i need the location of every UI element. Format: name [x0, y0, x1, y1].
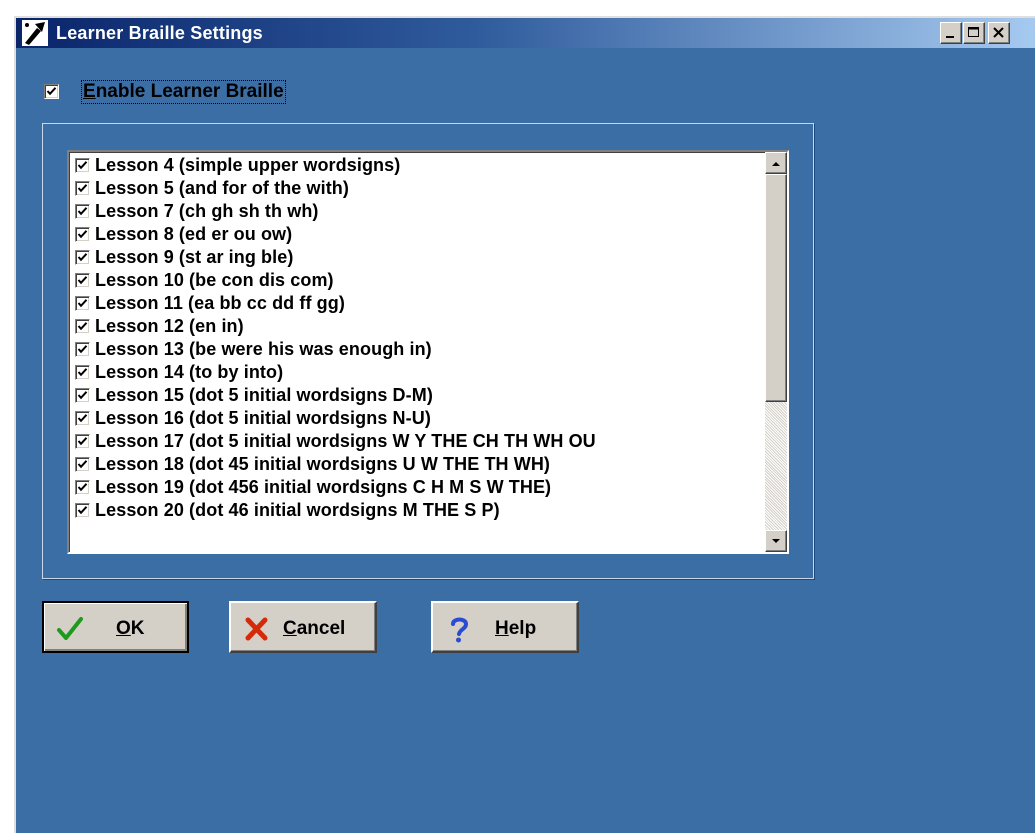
cancel-button[interactable]: Cancel — [229, 601, 377, 653]
cancel-button-label: Cancel — [283, 618, 346, 639]
lesson-checkbox[interactable] — [75, 319, 90, 334]
lesson-list-item[interactable]: Lesson 8 (ed er ou ow) — [73, 223, 753, 246]
down-arrow-icon — [772, 539, 780, 543]
lesson-list-item[interactable]: Lesson 18 (dot 45 initial wordsigns U W … — [73, 453, 753, 476]
lesson-list-item[interactable]: Lesson 15 (dot 5 initial wordsigns D-M) — [73, 384, 753, 407]
lesson-checkbox[interactable] — [75, 204, 90, 219]
lesson-label: Lesson 8 (ed er ou ow) — [95, 224, 293, 244]
lesson-list-item[interactable]: Lesson 12 (en in) — [73, 315, 753, 338]
lessons-scrollbar[interactable] — [765, 152, 787, 552]
checkmark-icon — [77, 460, 88, 469]
lesson-label: Lesson 10 (be con dis com) — [95, 270, 334, 290]
minimize-button[interactable] — [940, 22, 962, 44]
checkmark-icon — [77, 414, 88, 423]
close-button[interactable] — [988, 22, 1010, 44]
lesson-checkbox[interactable] — [75, 503, 90, 518]
lesson-label: Lesson 19 (dot 456 initial wordsigns C H… — [95, 477, 552, 497]
lesson-label: Lesson 20 (dot 46 initial wordsigns M TH… — [95, 500, 500, 520]
maximize-button[interactable] — [963, 22, 985, 44]
ok-button[interactable]: OK — [42, 601, 189, 653]
lesson-list-item[interactable]: Lesson 19 (dot 456 initial wordsigns C H… — [73, 476, 753, 499]
lesson-checkbox[interactable] — [75, 250, 90, 265]
lesson-checkbox[interactable] — [75, 227, 90, 242]
lesson-checkbox[interactable] — [75, 480, 90, 495]
checkmark-icon — [77, 506, 88, 515]
lessons-checklist[interactable]: Lesson 4 (simple upper wordsigns) Lesson … — [67, 150, 789, 554]
checkmark-icon — [77, 345, 88, 354]
lesson-checkbox[interactable] — [75, 365, 90, 380]
checkmark-icon — [46, 87, 57, 96]
braille-app-icon — [22, 20, 48, 46]
lesson-label: Lesson 11 (ea bb cc dd ff gg) — [95, 293, 345, 313]
lesson-label: Lesson 14 (to by into) — [95, 362, 284, 382]
enable-learner-braille-checkbox[interactable] — [44, 84, 59, 99]
checkmark-icon — [77, 184, 88, 193]
lesson-checkbox[interactable] — [75, 273, 90, 288]
lesson-checkbox[interactable] — [75, 457, 90, 472]
checkmark-icon — [77, 161, 88, 170]
lesson-checkbox[interactable] — [75, 296, 90, 311]
learner-braille-settings-window: Learner Braille Settings Enable Learner … — [14, 16, 1035, 833]
minimize-icon — [946, 36, 954, 38]
question-mark-icon — [451, 617, 469, 643]
lesson-list-item[interactable]: Lesson 16 (dot 5 initial wordsigns N-U) — [73, 407, 753, 430]
lesson-checkbox[interactable] — [75, 158, 90, 173]
lesson-checkbox[interactable] — [75, 388, 90, 403]
lesson-label: Lesson 7 (ch gh sh th wh) — [95, 201, 319, 221]
lesson-label: Lesson 16 (dot 5 initial wordsigns N-U) — [95, 408, 431, 428]
lesson-list-item[interactable]: Lesson 20 (dot 46 initial wordsigns M TH… — [73, 499, 753, 522]
window-title: Learner Braille Settings — [56, 23, 263, 43]
x-icon — [245, 617, 268, 641]
lesson-list-item[interactable]: Lesson 4 (simple upper wordsigns) — [73, 154, 753, 177]
lesson-label: Lesson 13 (be were his was enough in) — [95, 339, 432, 359]
lesson-label: Lesson 15 (dot 5 initial wordsigns D-M) — [95, 385, 433, 405]
help-button-label: Help — [495, 618, 537, 639]
lesson-list-item[interactable]: Lesson 7 (ch gh sh th wh) — [73, 200, 753, 223]
lesson-label: Lesson 12 (en in) — [95, 316, 244, 336]
enable-learner-braille-label[interactable]: Enable Learner Braille — [81, 80, 286, 104]
lesson-list-item[interactable]: Lesson 5 (and for of the with) — [73, 177, 753, 200]
lesson-list-item[interactable]: Lesson 9 (st ar ing ble) — [73, 246, 753, 269]
checkmark-icon — [77, 207, 88, 216]
checkmark-icon — [77, 391, 88, 400]
lesson-checkbox[interactable] — [75, 181, 90, 196]
lesson-label: Lesson 18 (dot 45 initial wordsigns U W … — [95, 454, 551, 474]
scroll-up-button[interactable] — [765, 152, 787, 174]
checkmark-icon — [57, 617, 83, 640]
lesson-list-item[interactable]: Lesson 17 (dot 5 initial wordsigns W Y T… — [73, 430, 753, 453]
lesson-checkbox[interactable] — [75, 342, 90, 357]
lesson-checkbox[interactable] — [75, 434, 90, 449]
lesson-label: Lesson 17 (dot 5 initial wordsigns W Y T… — [95, 431, 596, 451]
help-button[interactable]: Help — [431, 601, 579, 653]
checkmark-icon — [77, 483, 88, 492]
lesson-list-item[interactable]: Lesson 13 (be were his was enough in) — [73, 338, 753, 361]
scroll-thumb[interactable] — [765, 174, 787, 402]
checkmark-icon — [77, 276, 88, 285]
lesson-list-item[interactable]: Lesson 14 (to by into) — [73, 361, 753, 384]
lesson-label: Lesson 5 (and for of the with) — [95, 178, 349, 198]
lesson-label: Lesson 4 (simple upper wordsigns) — [95, 155, 401, 175]
checkmark-icon — [77, 368, 88, 377]
lesson-label: Lesson 9 (st ar ing ble) — [95, 247, 294, 267]
ok-button-label: OK — [116, 618, 145, 639]
maximize-icon — [968, 27, 979, 37]
close-icon — [993, 27, 1004, 38]
lesson-list-item[interactable]: Lesson 10 (be con dis com) — [73, 269, 753, 292]
lessons-list-items: Lesson 4 (simple upper wordsigns) Lesson … — [73, 154, 753, 552]
up-arrow-icon — [772, 162, 780, 166]
checkmark-icon — [77, 299, 88, 308]
lesson-list-item[interactable]: Lesson 11 (ea bb cc dd ff gg) — [73, 292, 753, 315]
scroll-down-button[interactable] — [765, 530, 787, 552]
checkmark-icon — [77, 322, 88, 331]
checkmark-icon — [77, 437, 88, 446]
title-bar[interactable]: Learner Braille Settings — [16, 18, 1035, 48]
checkmark-icon — [77, 253, 88, 262]
checkmark-icon — [77, 230, 88, 239]
lesson-checkbox[interactable] — [75, 411, 90, 426]
